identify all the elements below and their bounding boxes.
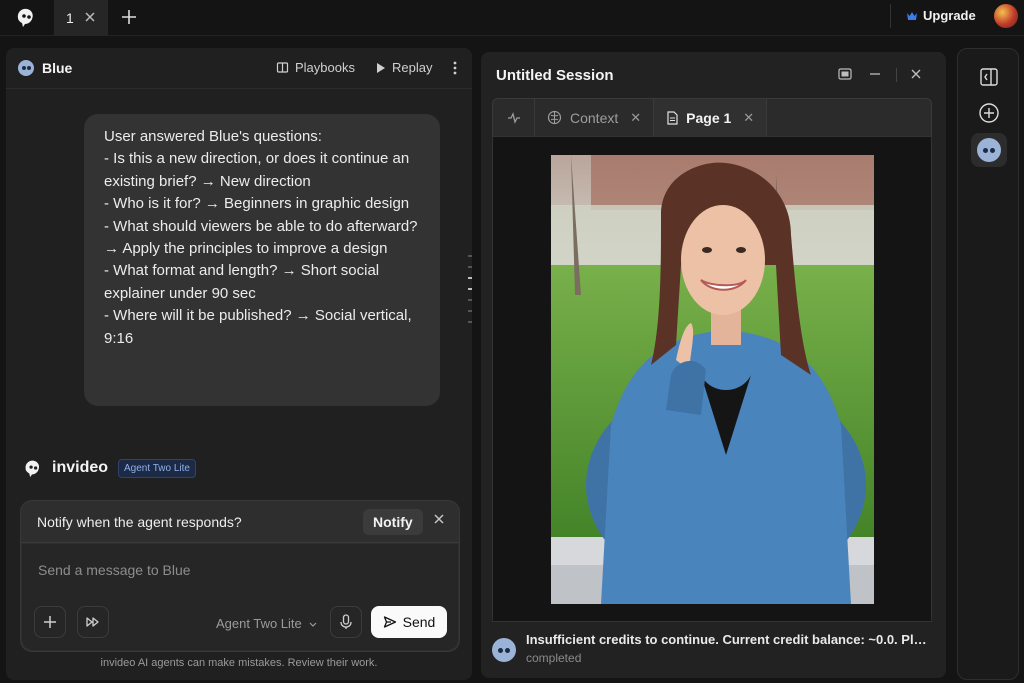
scroll-tick[interactable] [468,321,472,323]
minimize-icon[interactable] [869,68,881,80]
agent-status-avatar-icon [492,638,516,662]
model-selector[interactable]: Agent Two Lite [216,616,317,631]
maximize-icon[interactable] [838,68,852,80]
chat-panel: Blue Playbooks Replay User answered Blue… [6,48,472,680]
new-tab-button[interactable] [118,6,140,28]
close-context-tab-icon[interactable]: ✕ [630,110,641,126]
playbooks-label: Playbooks [295,60,355,75]
model-badge: Agent Two Lite [118,458,196,478]
toggle-sidebar-icon[interactable] [977,65,1001,89]
scroll-tick[interactable] [468,299,472,301]
microphone-button[interactable] [330,606,362,638]
session-panel: Untitled Session Context ✕ Page 1 ✕ Insu… [481,52,946,678]
tab-page-1[interactable]: Page 1 ✕ [654,99,768,136]
upgrade-label: Upgrade [923,8,976,23]
scroll-tick[interactable] [468,310,472,312]
plus-icon [43,615,57,629]
close-page-tab-icon[interactable]: ✕ [743,110,754,126]
tab-context[interactable]: Context ✕ [535,99,655,136]
playbooks-button[interactable]: Playbooks [276,60,355,75]
upgrade-button[interactable]: Upgrade [906,8,976,23]
scroll-tick[interactable] [468,255,472,257]
page-preview [492,136,932,622]
scroll-tick[interactable] [468,288,472,290]
replay-button[interactable]: Replay [376,60,432,75]
scroll-tick[interactable] [468,277,472,279]
user-message-bubble: User answered Blue's questions: - Is thi… [84,114,440,406]
fast-forward-icon [85,616,101,628]
user-avatar[interactable] [994,4,1018,28]
right-rail [957,48,1019,680]
close-notify-icon[interactable] [433,513,445,525]
scroll-indicator[interactable] [468,255,472,332]
send-label: Send [402,614,436,630]
document-icon [666,110,678,125]
status-subtext: completed [526,651,582,665]
status-row: Insufficient credits to continue. Curren… [492,632,932,665]
chat-header: Blue Playbooks Replay [6,48,472,89]
session-tabs: Context ✕ Page 1 ✕ [492,98,932,136]
message-composer: Notify when the agent responds? Notify A… [20,500,460,652]
topbar-divider [890,4,891,28]
brain-icon [547,110,562,125]
model-selector-label: Agent Two Lite [216,616,302,631]
chevron-down-icon [309,622,317,628]
agent-response-header: invideo Agent Two Lite [22,458,196,478]
fast-forward-button[interactable] [77,606,109,638]
invideo-brand-icon [22,458,42,478]
book-icon [276,61,289,74]
notify-button[interactable]: Notify [363,509,423,535]
agent-avatar-icon [18,60,34,76]
agent-avatar-icon [977,138,1001,162]
tab-context-label: Context [570,109,619,126]
crown-icon [906,10,918,22]
notify-text: Notify when the agent responds? [37,513,242,530]
add-session-icon[interactable] [977,101,1001,125]
disclaimer-text: invideo AI agents can make mistakes. Rev… [100,657,378,669]
replay-label: Replay [392,60,433,75]
close-tab-icon[interactable] [84,11,98,25]
microphone-icon [340,614,352,630]
brand-name: invideo [52,459,109,476]
session-tab[interactable]: 1 [54,0,108,36]
message-input[interactable] [38,562,438,578]
window-controls-divider [896,68,897,82]
activity-icon [507,111,521,124]
invideo-logo-icon[interactable] [14,6,36,28]
session-tab-label: 1 [66,10,74,26]
preview-photo [551,155,874,604]
send-icon [383,615,397,629]
scroll-tick[interactable] [468,266,472,268]
agent-blue-button[interactable] [971,133,1007,167]
play-icon [376,62,386,74]
top-bar: 1 Upgrade [0,0,1024,36]
send-button[interactable]: Send [371,606,447,638]
attach-button[interactable] [34,606,66,638]
notify-banner: Notify when the agent responds? Notify [21,501,459,543]
tab-page-1-label: Page 1 [686,109,732,126]
agent-name: Blue [42,60,73,76]
input-area: Agent Two Lite Send [22,544,458,650]
status-message: Insufficient credits to continue. Curren… [526,632,932,647]
session-title: Untitled Session [496,67,614,84]
close-session-icon[interactable] [910,68,922,80]
tab-activity[interactable] [493,99,535,136]
more-options-icon[interactable] [452,60,458,76]
